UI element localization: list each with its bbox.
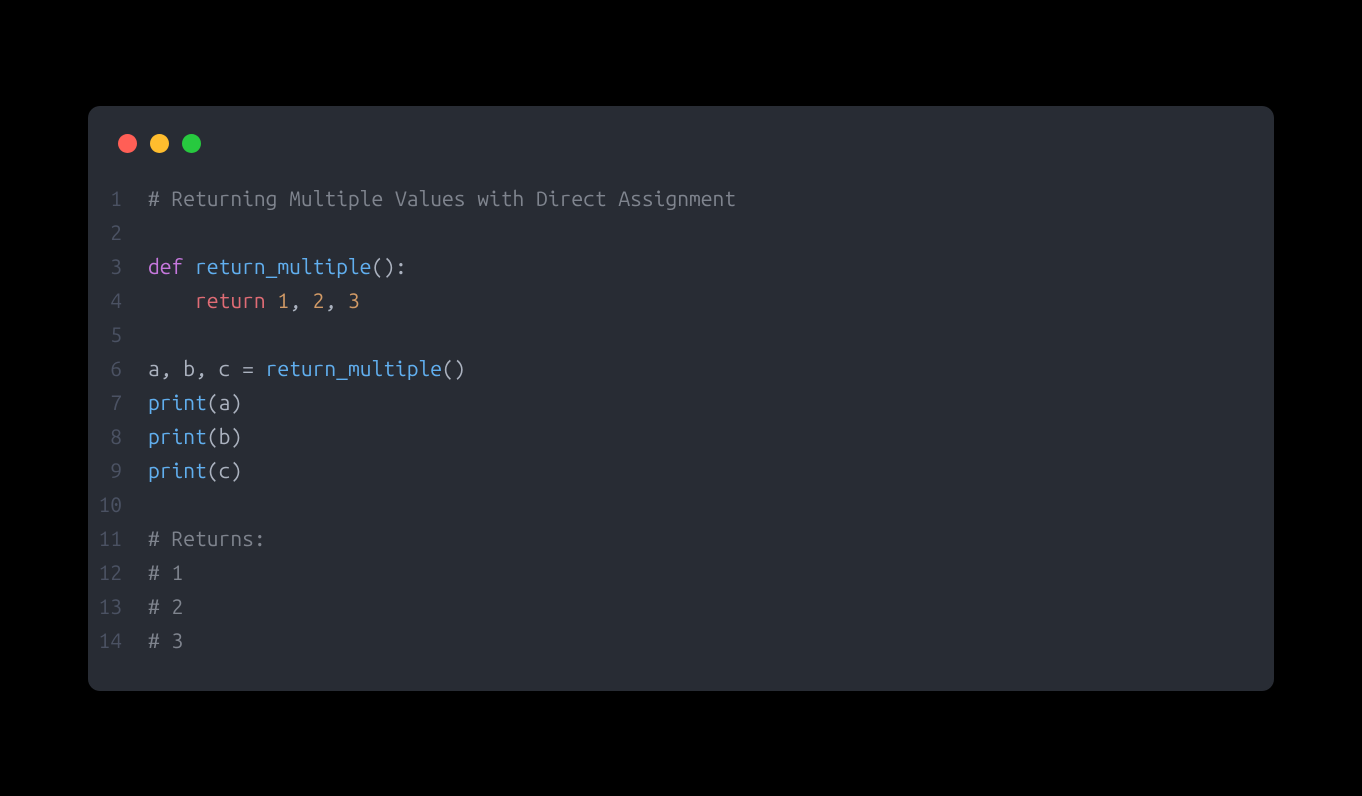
line-number: 4 [88,283,148,317]
line-number: 1 [88,181,148,215]
line-number: 6 [88,351,148,385]
token-number: 1 [277,288,289,312]
token-punct: ( [207,424,219,448]
token-number: 3 [348,288,360,312]
line-number: 8 [88,419,148,453]
token-funccall: print [148,424,207,448]
line-content: return 1, 2, 3 [148,283,1274,317]
line-number: 3 [88,249,148,283]
token-punct: ) [230,390,242,414]
token-keyword: def [148,254,183,278]
code-line: 10 [88,487,1274,521]
line-content [148,317,1274,351]
token-plain: c [219,458,231,482]
minimize-icon[interactable] [150,134,169,153]
line-number: 12 [88,555,148,589]
line-content: print(b) [148,419,1274,453]
token-comment: # 2 [148,594,183,618]
token-plain: b [219,424,231,448]
token-punct: (): [371,254,406,278]
close-icon[interactable] [118,134,137,153]
token-comment: # 1 [148,560,183,584]
token-punct: ) [230,458,242,482]
code-line: 5 [88,317,1274,351]
line-content [148,215,1274,249]
line-content: print(a) [148,385,1274,419]
line-content: # 3 [148,623,1274,657]
line-content: print(c) [148,453,1274,487]
code-line: 13# 2 [88,589,1274,623]
token-number: 2 [313,288,325,312]
line-content [148,487,1274,521]
line-content: # 2 [148,589,1274,623]
code-line: 4 return 1, 2, 3 [88,283,1274,317]
code-line: 8print(b) [88,419,1274,453]
token-comment: # Returns: [148,526,266,550]
token-punct: , [289,288,313,312]
token-funccall: print [148,458,207,482]
line-content: a, b, c = return_multiple() [148,351,1274,385]
token-punct: ) [230,424,242,448]
token-punct: , [324,288,348,312]
code-line: 1# Returning Multiple Values with Direct… [88,181,1274,215]
code-line: 9print(c) [88,453,1274,487]
code-line: 7print(a) [88,385,1274,419]
line-number: 13 [88,589,148,623]
token-keyword-return: return [195,288,266,312]
token-plain: a, b, c [148,356,242,380]
token-punct: ( [207,390,219,414]
token-punct: ( [207,458,219,482]
token-punct: () [442,356,466,380]
line-content: # Returns: [148,521,1274,555]
line-content: # Returning Multiple Values with Direct … [148,181,1274,215]
token-plain [266,288,278,312]
code-area: 1# Returning Multiple Values with Direct… [88,181,1274,657]
maximize-icon[interactable] [182,134,201,153]
line-number: 5 [88,317,148,351]
code-window: 1# Returning Multiple Values with Direct… [88,106,1274,691]
token-comment: # Returning Multiple Values with Direct … [148,186,736,210]
code-line: 2 [88,215,1274,249]
token-funccall: print [148,390,207,414]
window-controls [88,134,1274,153]
code-line: 6a, b, c = return_multiple() [88,351,1274,385]
token-plain [148,288,195,312]
token-plain: a [219,390,231,414]
code-line: 12# 1 [88,555,1274,589]
token-funccall: return_multiple [266,356,442,380]
line-content: # 1 [148,555,1274,589]
code-line: 14# 3 [88,623,1274,657]
token-funcdef: return_multiple [195,254,371,278]
code-line: 3def return_multiple(): [88,249,1274,283]
code-line: 11# Returns: [88,521,1274,555]
line-number: 11 [88,521,148,555]
token-plain [183,254,195,278]
token-punct: = [242,356,266,380]
token-comment: # 3 [148,628,183,652]
line-number: 2 [88,215,148,249]
line-number: 10 [88,487,148,521]
line-number: 7 [88,385,148,419]
line-number: 9 [88,453,148,487]
line-content: def return_multiple(): [148,249,1274,283]
line-number: 14 [88,623,148,657]
